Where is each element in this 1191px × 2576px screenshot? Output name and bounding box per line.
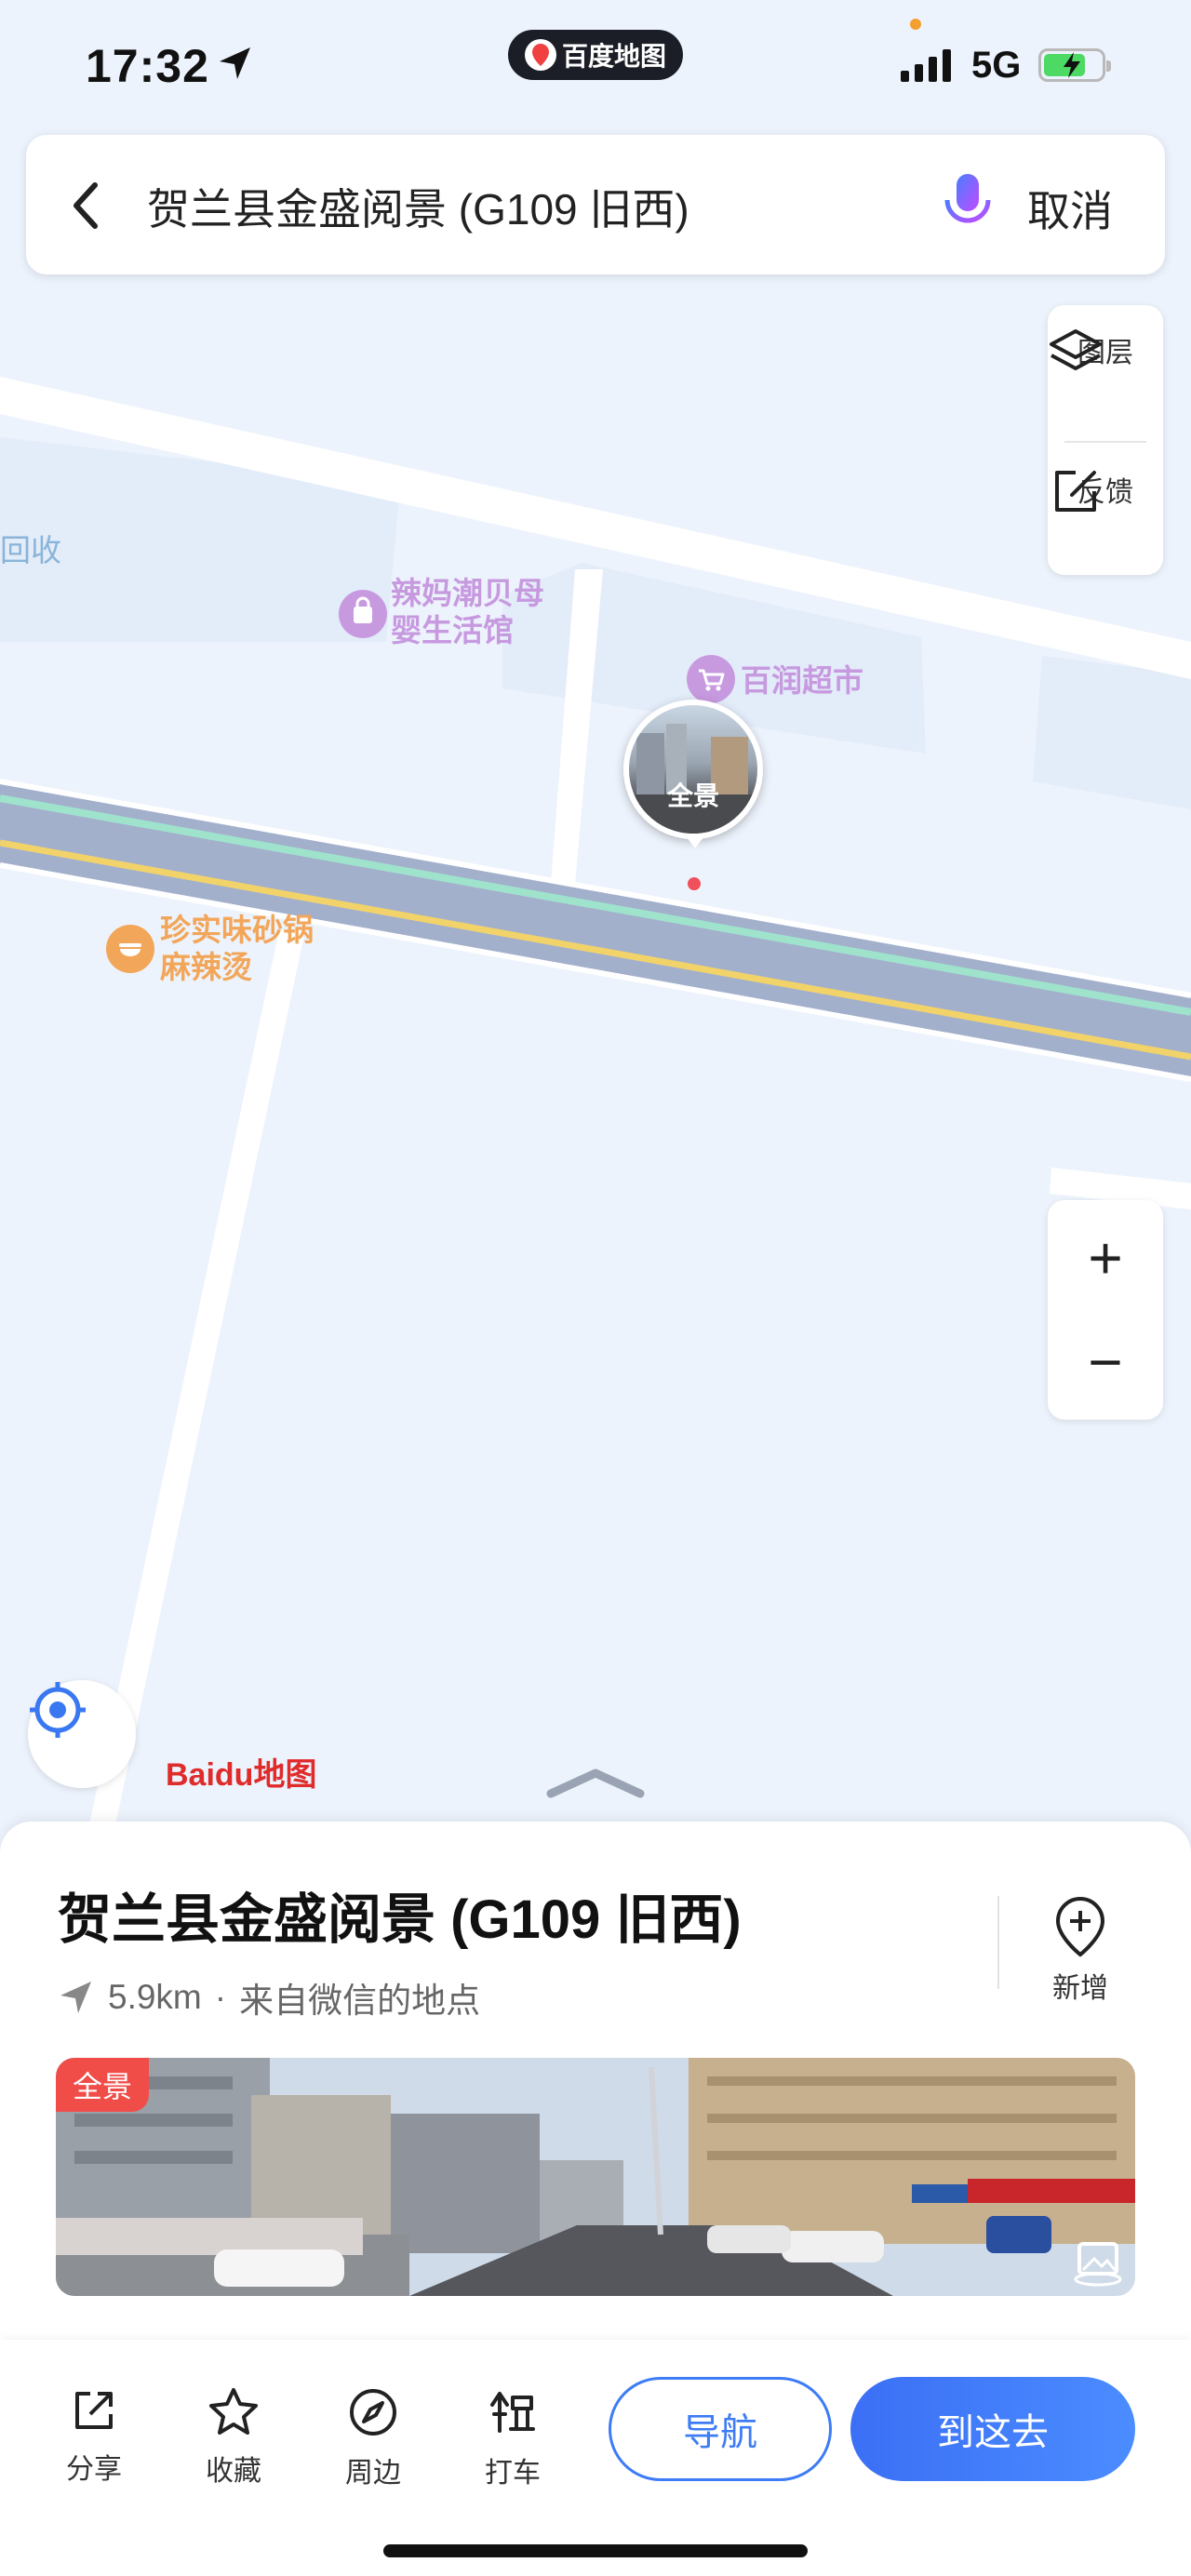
poi-label-supermarket[interactable]: 百润超市 <box>741 662 863 700</box>
panorama-bubble[interactable]: 全景 <box>623 700 763 839</box>
baidu-logo-text: Baidu地图 <box>166 1757 317 1793</box>
network-type: 5G <box>971 45 1022 86</box>
add-location-icon <box>1055 1896 1105 1957</box>
privacy-indicator-dot <box>910 19 921 30</box>
street-panorama-image <box>56 2058 1135 2296</box>
poi-label-line: 婴生活馆 <box>391 613 514 647</box>
poi-label-line: 珍实味砂锅 <box>160 913 314 947</box>
layers-icon <box>1050 329 1102 370</box>
share-button[interactable]: 分享 <box>43 2386 145 2487</box>
compass-icon <box>350 2389 396 2436</box>
taxi-label: 打车 <box>485 2458 541 2489</box>
poi-label-recycle[interactable]: 回收 <box>0 532 61 569</box>
poi-label-restaurant[interactable]: 珍实味砂锅 麻辣烫 <box>160 912 314 986</box>
divider <box>997 1896 999 1989</box>
navigation-arrow-icon <box>60 1982 91 2013</box>
app-badge-label: 百度地图 <box>561 42 666 71</box>
add-label: 新增 <box>1052 1973 1108 2004</box>
map-view[interactable]: 回收 辣妈潮贝母 婴生活馆 百润超市 珍实味砂锅 麻辣烫 全景 图层 反馈 + … <box>0 0 1191 1851</box>
zoom-in-button[interactable]: + <box>1048 1211 1163 1304</box>
favorite-button[interactable]: 收藏 <box>182 2386 285 2489</box>
place-source: 来自微信的地点 <box>239 1982 481 2020</box>
layers-button[interactable]: 图层 <box>1048 326 1163 370</box>
search-bar: 贺兰县金盛阅景 (G109 旧西) 取消 <box>26 135 1165 274</box>
back-chevron-icon[interactable] <box>67 178 104 234</box>
share-icon <box>75 2392 113 2429</box>
locate-button[interactable] <box>28 1680 136 1788</box>
location-dot <box>688 877 701 890</box>
share-label: 分享 <box>66 2454 122 2485</box>
status-time: 17:32 <box>86 40 209 92</box>
navigate-button[interactable]: 导航 <box>609 2377 832 2481</box>
location-arrow-icon <box>220 47 250 79</box>
cellular-signal-icon <box>901 48 951 82</box>
poi-label-line: 辣妈潮贝母 <box>391 576 544 610</box>
bubble-pointer <box>684 834 706 848</box>
panorama-label: 全景 <box>666 781 719 810</box>
baidu-map-pin-icon <box>524 39 556 71</box>
place-title: 贺兰县金盛阅景 (G109 旧西) <box>58 1889 742 1950</box>
subtitle-separator: · <box>214 1978 227 2016</box>
panorama-photo[interactable]: 全景 <box>56 2058 1135 2296</box>
divider <box>1064 441 1146 443</box>
nearby-label: 周边 <box>345 2458 401 2489</box>
map-tools-panel: 图层 反馈 <box>1048 305 1163 575</box>
go-here-button[interactable]: 到这去 <box>850 2377 1135 2481</box>
action-bar: 分享 收藏 周边 打车 导航 到这去 <box>0 2340 1191 2576</box>
map-block <box>1033 656 1191 809</box>
feedback-button[interactable]: 反馈 <box>1048 465 1163 512</box>
taxi-button[interactable]: 打车 <box>462 2386 564 2490</box>
nearby-button[interactable]: 周边 <box>322 2386 424 2490</box>
poi-label-baby-store[interactable]: 辣妈潮贝母 婴生活馆 <box>391 575 544 649</box>
favorite-label: 收藏 <box>206 2456 261 2487</box>
edit-icon <box>1055 471 1096 512</box>
poi-label-line: 麻辣烫 <box>160 950 252 984</box>
taxi-icon <box>490 2392 535 2433</box>
baidu-logo: Baidu地图 <box>166 1749 316 1795</box>
home-indicator[interactable] <box>383 2544 808 2557</box>
gallery-icon[interactable] <box>1072 2238 1124 2287</box>
locate-icon <box>30 1682 86 1738</box>
cancel-button[interactable]: 取消 <box>1027 178 1113 239</box>
app-badge[interactable]: 百度地图 <box>508 30 683 80</box>
zoom-out-button[interactable]: − <box>1048 1315 1163 1408</box>
expand-chevron-icon[interactable] <box>546 1768 645 1798</box>
microphone-icon[interactable] <box>938 170 997 241</box>
panorama-tag: 全景 <box>56 2058 150 2112</box>
star-icon <box>209 2388 258 2435</box>
zoom-panel: + − <box>1048 1200 1163 1420</box>
place-subtitle: 5.9km · 来自微信的地点 <box>58 1972 480 2022</box>
add-place-button[interactable]: 新增 <box>1029 1896 1131 2006</box>
shopping-bag-icon[interactable] <box>339 590 387 638</box>
search-input[interactable]: 贺兰县金盛阅景 (G109 旧西) <box>147 176 689 237</box>
place-distance: 5.9km <box>108 1978 202 2016</box>
shopping-cart-icon[interactable] <box>687 655 735 703</box>
battery-icon <box>1038 48 1111 82</box>
restaurant-icon[interactable] <box>106 925 154 973</box>
